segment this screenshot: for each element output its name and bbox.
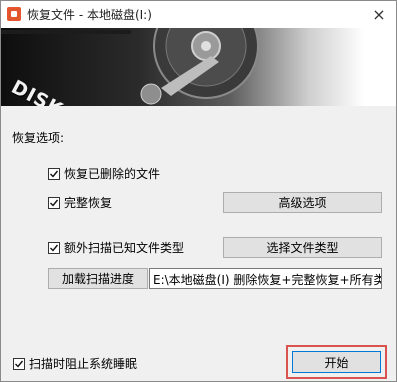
- select-file-types-button[interactable]: 选择文件类型: [223, 237, 382, 258]
- recover-files-dialog: 恢复文件 - 本地磁盘(I:) × DISKGENIUS 恢复选项: 恢复已删除…: [0, 0, 397, 382]
- scan-progress-path-field[interactable]: E:\本地磁盘(I) 删除恢复+完整恢复+所有类型: [149, 268, 382, 289]
- recover-deleted-label: 恢复已删除的文件: [64, 167, 161, 181]
- full-recover-checkbox[interactable]: [48, 196, 60, 209]
- prevent-sleep-option[interactable]: 扫描时阻止系统睡眠: [13, 355, 137, 372]
- extra-scan-option[interactable]: 额外扫描已知文件类型: [48, 239, 184, 256]
- start-button-highlight: 开始: [286, 345, 387, 379]
- extra-scan-label: 额外扫描已知文件类型: [64, 241, 185, 255]
- checkmark-icon: [50, 170, 59, 178]
- diskgenius-app-icon: [7, 7, 21, 21]
- prevent-sleep-checkbox[interactable]: [13, 357, 25, 370]
- title-bar[interactable]: 恢复文件 - 本地磁盘(I:) ×: [1, 1, 396, 28]
- header-banner: DISKGENIUS: [1, 28, 396, 106]
- checkmark-icon: [50, 244, 59, 252]
- checkmark-icon: [15, 360, 24, 368]
- recover-deleted-checkbox[interactable]: [48, 167, 60, 180]
- close-button[interactable]: ×: [362, 1, 396, 28]
- advanced-options-button[interactable]: 高级选项: [223, 192, 382, 213]
- recover-options-label: 恢复选项:: [12, 131, 65, 145]
- window-title: 恢复文件 - 本地磁盘(I:): [27, 8, 152, 22]
- prevent-sleep-label: 扫描时阻止系统睡眠: [29, 357, 138, 371]
- recover-deleted-option[interactable]: 恢复已删除的文件: [48, 165, 160, 182]
- load-scan-progress-button[interactable]: 加载扫描进度: [48, 268, 148, 289]
- full-recover-label: 完整恢复: [64, 196, 113, 210]
- checkmark-icon: [50, 199, 59, 207]
- hard-disk-illustration: [1, 28, 259, 105]
- full-recover-option[interactable]: 完整恢复: [48, 194, 112, 211]
- extra-scan-checkbox[interactable]: [48, 241, 60, 254]
- start-button[interactable]: 开始: [292, 351, 381, 373]
